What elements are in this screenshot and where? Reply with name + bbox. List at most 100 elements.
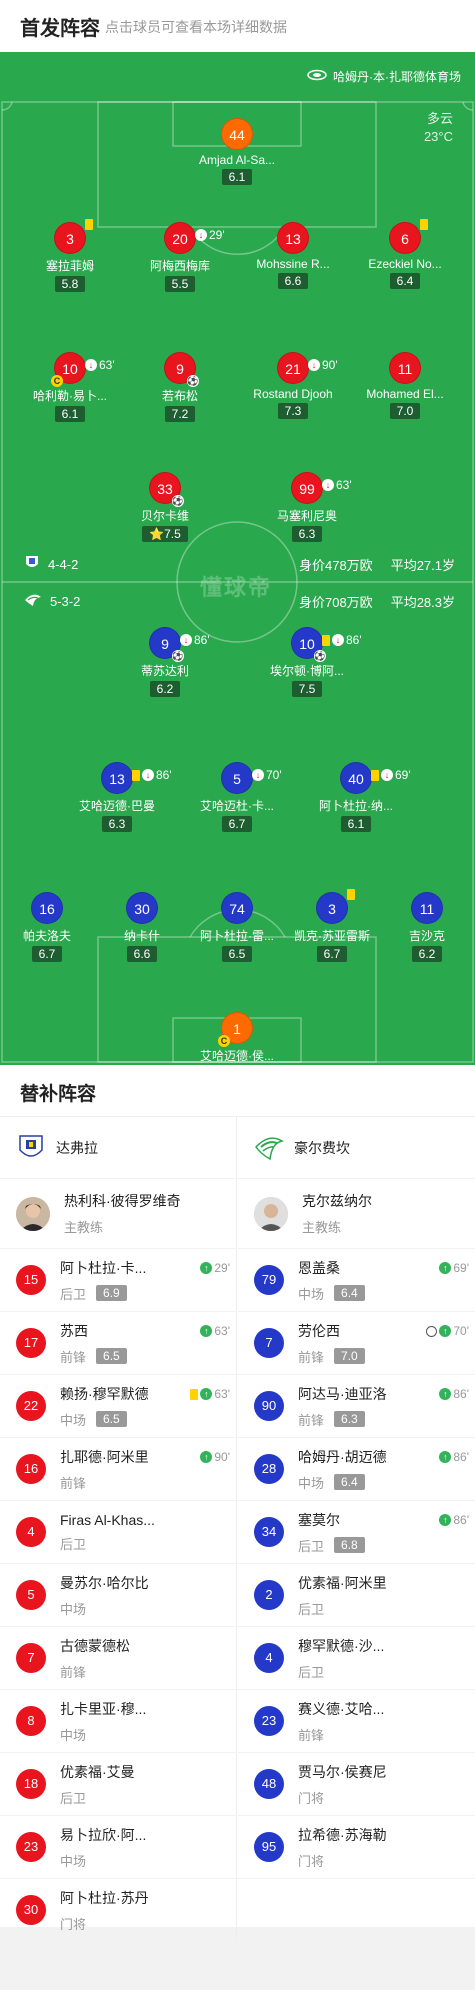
sub-player-row[interactable]: 22 赖扬·穆罕默德 中场 6.5 ↑ 63' [0,1375,236,1438]
sub-player-row[interactable]: 4 Firas Al-Khas... 后卫 [0,1501,236,1564]
sub-player-position: 后卫 [60,1286,87,1302]
player-number: 20 [172,231,188,247]
player-marker[interactable]: 33 ⚽ 贝尔卡维 ⭐7.5 [110,472,220,543]
player-marker[interactable]: 3 塞拉菲姆 5.8 [15,219,125,293]
away-subs-list: 79 恩盖桑 中场 6.4 ↑ 69' 7 劳伦西 前锋 7.0 ↑ 70' 90 阿达马·迪亚洛 前锋 6.… [238,1249,475,1879]
player-rating: 6.3 [101,816,133,832]
sub-player-row[interactable]: 90 阿达马·迪亚洛 前锋 6.3 ↑ 86' [238,1375,475,1438]
event-minute: 86' [194,633,210,647]
player-marker[interactable]: 44 Amjad Al-Sa... 6.1 [182,118,292,186]
player-rating: 6.7 [221,816,253,832]
home-subs-team[interactable]: 达弗拉 [0,1117,236,1179]
yellow-card-icon [371,769,379,781]
player-number: 3 [328,901,336,917]
player-events [347,889,355,900]
sub-player-row[interactable]: 17 苏西 前锋 6.5 ↑ 63' [0,1312,236,1375]
player-events: ↓ 29' [195,219,225,251]
player-marker[interactable]: 3 凯克·苏亚雷斯 6.7 [277,889,387,963]
player-marker[interactable]: 74 阿卜杜拉·雷... 6.5 [182,892,292,963]
sub-player-number: 18 [16,1769,46,1799]
subs-panel: 达弗拉 热利科·彼得罗维奇 主教练 15 阿卜杜拉·卡... 后卫 6.9 ↑ 29' 17… [0,1117,475,1942]
player-marker[interactable]: 99 ↓ 63' 马塞利尼奥 6.3 [252,472,362,543]
event-minute: 86' [156,768,172,782]
player-rating: 6.6 [277,273,309,289]
player-events: ↓ 90' [308,349,338,381]
sub-player-row[interactable]: 30 阿卜杜拉·苏丹 门将 [0,1879,236,1942]
sub-player-row[interactable]: 16 扎耶德·阿米里 前锋 ↑ 90' [0,1438,236,1501]
player-marker[interactable]: 9 ⚽ 若布松 7.2 [125,352,235,423]
sub-player-events: ↑ 86' [439,1513,469,1527]
player-marker[interactable]: 10 ⚽ ↓ 86' 埃尔顿·博阿... 7.5 [252,627,362,698]
sub-player-info: 阿卜杜拉·卡... 后卫 6.9 [60,1258,146,1303]
player-number-circle: 16 [31,892,63,924]
sub-player-row[interactable]: 48 贾马尔·侯赛尼 门将 [238,1753,475,1816]
player-number: 10 [62,361,78,377]
sub-player-row[interactable]: 34 塞莫尔 后卫 6.8 ↑ 86' [238,1501,475,1564]
away-subs-column: 豪尔费坎 克尔兹纳尔 主教练 79 恩盖桑 中场 6.4 ↑ 69' 7 劳伦西 前锋 7.0 ↑ 7… [238,1117,475,1879]
subs-header: 替补阵容 [0,1065,475,1117]
player-name: 塞拉菲姆 [45,259,94,273]
player-name: Rostand Djooh [253,387,333,401]
player-marker[interactable]: 11 Mohamed El... 7.0 [350,352,460,420]
sub-player-row[interactable]: 7 古德蒙德松 前锋 [0,1627,236,1690]
player-marker[interactable]: 6 Ezeckiel No... 6.4 [350,219,460,290]
player-marker[interactable]: 13 ↓ 86' 艾哈迈德·巴曼 6.3 [62,762,172,833]
player-marker[interactable]: 9 ⚽ ↓ 86' 蒂苏达利 6.2 [110,627,220,698]
player-name: 吉沙克 [408,929,445,943]
player-rating: 6.6 [126,946,158,962]
player-name: 若布松 [161,389,198,403]
sub-player-meta: 门将 [298,1788,387,1807]
player-number-circle: 9 ⚽ ↓ 86' [149,627,210,662]
sub-player-row[interactable]: 15 阿卜杜拉·卡... 后卫 6.9 ↑ 29' [0,1249,236,1312]
sub-player-position: 中场 [60,1853,87,1869]
sub-player-position: 中场 [60,1727,87,1743]
sub-player-row[interactable]: 95 拉希德·苏海勒 门将 [238,1816,475,1879]
away-subs-team[interactable]: 豪尔费坎 [238,1117,475,1179]
player-marker[interactable]: 21 ↓ 90' Rostand Djooh 7.3 [238,352,348,420]
player-number: 16 [39,901,55,917]
sub-player-info: Firas Al-Khas... 后卫 [60,1512,155,1553]
sub-in-minute: 86' [453,1387,469,1401]
home-team-badge-icon [16,1133,46,1163]
sub-in-minute: 70' [453,1324,469,1338]
player-marker[interactable]: 13 Mohssine R... 6.6 [238,222,348,290]
sub-player-rating: 6.5 [96,1411,127,1427]
sub-player-row[interactable]: 23 赛义德·艾哈... 前锋 [238,1690,475,1753]
sub-player-meta: 前锋 7.0 [298,1347,365,1366]
player-marker[interactable]: 30 纳卡什 6.6 [87,892,197,963]
sub-player-row[interactable]: 2 优素福·阿米里 后卫 [238,1564,475,1627]
sub-player-position: 前锋 [298,1412,325,1428]
sub-player-row[interactable]: 18 优素福·艾曼 后卫 [0,1753,236,1816]
player-marker[interactable]: 1C艾哈迈德·侯...6.8 [182,1012,292,1065]
home-coach[interactable]: 热利科·彼得罗维奇 主教练 [0,1179,236,1249]
player-marker[interactable]: 20 ↓ 29' 阿梅西梅库 5.5 [125,222,235,293]
sub-player-row[interactable]: 5 曼苏尔·哈尔比 中场 [0,1564,236,1627]
home-formation: 4-4-2 [48,557,79,572]
player-events [85,219,93,230]
player-number: 5 [233,771,241,787]
lineup-header: 首发阵容 点击球员可查看本场详细数据 [0,0,475,52]
player-marker[interactable]: 5 ↓ 70' 艾哈迈杜·卡... 6.7 [182,762,292,833]
sub-player-row[interactable]: 28 哈姆丹·胡迈德 中场 6.4 ↑ 86' [238,1438,475,1501]
player-rating: 6.1 [340,816,372,832]
captain-icon: C [51,375,63,387]
player-name: 哈利勒·易卜... [33,389,107,403]
sub-player-name: 贾马尔·侯赛尼 [298,1763,387,1780]
away-coach[interactable]: 克尔兹纳尔 主教练 [238,1179,475,1249]
sub-out-icon: ↓ [308,359,320,371]
sub-player-row[interactable]: 7 劳伦西 前锋 7.0 ↑ 70' [238,1312,475,1375]
sub-player-row[interactable]: 23 易卜拉欣·阿... 中场 [0,1816,236,1879]
player-marker[interactable]: 11 吉沙克 6.2 [372,892,475,963]
sub-player-row[interactable]: 4 穆罕默德·沙... 后卫 [238,1627,475,1690]
sub-player-row[interactable]: 79 恩盖桑 中场 6.4 ↑ 69' [238,1249,475,1312]
sub-player-position: 门将 [298,1853,325,1869]
player-number-circle: 21 ↓ 90' [277,352,338,384]
goal-ball-icon: ⚽ [187,375,199,387]
player-marker[interactable]: 40 ↓ 69' 阿卜杜拉·纳... 6.1 [301,762,411,833]
sub-player-info: 苏西 前锋 6.5 [60,1321,127,1366]
away-formation: 5-3-2 [50,594,81,609]
sub-player-name: 扎耶德·阿米里 [60,1448,149,1465]
sub-out-icon: ↓ [180,634,192,646]
sub-player-row[interactable]: 8 扎卡里亚·穆... 中场 [0,1690,236,1753]
player-marker[interactable]: 10 C ↓ 63' 哈利勒·易卜... 6.1 [15,352,125,423]
